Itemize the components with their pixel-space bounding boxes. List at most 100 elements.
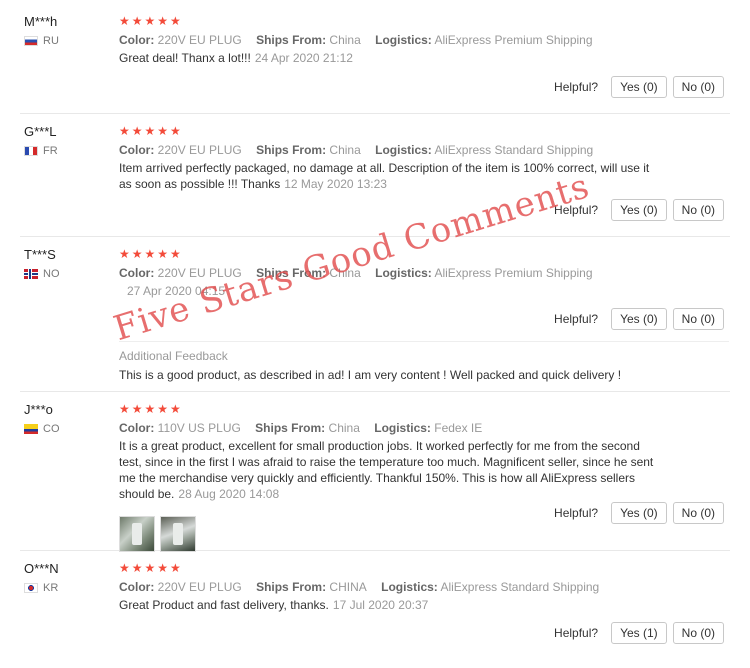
additional-divider bbox=[119, 341, 729, 342]
review-text: It is a great product, excellent for sma… bbox=[119, 438, 664, 502]
logistics-label: Logistics: bbox=[374, 421, 431, 435]
ships-value: China bbox=[328, 421, 360, 435]
helpful-label: Helpful? bbox=[554, 626, 599, 640]
reviewer-info: M***h RU bbox=[24, 14, 114, 47]
country-code: KR bbox=[43, 582, 59, 594]
reviewer-country: KR bbox=[24, 582, 114, 594]
review-photo-thumbnail[interactable] bbox=[160, 516, 196, 552]
logistics-label: Logistics: bbox=[381, 580, 438, 594]
helpful-no-button[interactable]: No (0) bbox=[672, 502, 724, 524]
logistics-value: AliExpress Standard Shipping bbox=[434, 143, 594, 157]
review-photo-thumbnail[interactable] bbox=[119, 516, 155, 552]
additional-feedback: Additional Feedback This is a good produ… bbox=[119, 348, 621, 383]
helpful-yes-button[interactable]: Yes (0) bbox=[611, 199, 667, 221]
review-date: 27 Apr 2020 04:15 bbox=[127, 284, 226, 298]
flag-fr-icon bbox=[24, 146, 38, 156]
color-label: Color: bbox=[119, 580, 155, 594]
review-content: ★★★★★ Color: 220V EU PLUG Ships From: Ch… bbox=[119, 124, 709, 192]
review-text: Great Product and fast delivery, thanks.… bbox=[119, 597, 664, 613]
flag-kr-icon bbox=[24, 583, 38, 593]
star-rating: ★★★★★ bbox=[119, 247, 183, 261]
star-rating: ★★★★★ bbox=[119, 124, 183, 138]
reviewer-info: J***o CO bbox=[24, 402, 114, 435]
helpful-yes-button[interactable]: Yes (0) bbox=[611, 308, 667, 330]
color-value: 110V US PLUG bbox=[157, 421, 241, 435]
logistics-label: Logistics: bbox=[375, 266, 432, 280]
reviewer-country: CO bbox=[24, 423, 114, 435]
reviewer-name: G***L bbox=[24, 124, 57, 139]
logistics-value: AliExpress Standard Shipping bbox=[440, 580, 600, 594]
logistics-value: AliExpress Premium Shipping bbox=[434, 266, 593, 280]
helpful-controls: Helpful? Yes (0) No (0) bbox=[554, 308, 724, 330]
color-value: 220V EU PLUG bbox=[157, 266, 242, 280]
review-text: Item arrived perfectly packaged, no dama… bbox=[119, 160, 664, 192]
reviewer-info: O***N KR bbox=[24, 561, 114, 594]
ships-label: Ships From: bbox=[256, 266, 327, 280]
helpful-label: Helpful? bbox=[554, 506, 599, 520]
reviewer-name: M***h bbox=[24, 14, 58, 29]
review-date: 28 Aug 2020 14:08 bbox=[178, 487, 280, 501]
helpful-no-button[interactable]: No (0) bbox=[672, 76, 724, 98]
review-meta: Color: 220V EU PLUG Ships From: China Lo… bbox=[119, 32, 709, 48]
logistics-value: Fedex IE bbox=[434, 421, 483, 435]
ships-label: Ships From: bbox=[256, 143, 327, 157]
helpful-controls: Helpful? Yes (1) No (0) bbox=[554, 622, 724, 644]
star-rating: ★★★★★ bbox=[119, 561, 183, 575]
reviewer-info: G***L FR bbox=[24, 124, 114, 157]
flag-co-icon bbox=[24, 424, 38, 434]
color-label: Color: bbox=[119, 143, 155, 157]
review-content: ★★★★★ Color: 220V EU PLUG Ships From: Ch… bbox=[119, 247, 709, 299]
logistics-value: AliExpress Premium Shipping bbox=[434, 33, 593, 47]
ships-value: China bbox=[329, 33, 361, 47]
review-body: Great deal! Thanx a lot!!! bbox=[119, 51, 251, 65]
reviewer-name: T***S bbox=[24, 247, 56, 262]
ships-label: Ships From: bbox=[255, 421, 326, 435]
color-value: 220V EU PLUG bbox=[157, 33, 242, 47]
review-content: ★★★★★ Color: 220V EU PLUG Ships From: CH… bbox=[119, 561, 709, 613]
reviewer-country: RU bbox=[24, 35, 114, 47]
review-date: 17 Jul 2020 20:37 bbox=[332, 598, 429, 612]
star-rating: ★★★★★ bbox=[119, 402, 183, 416]
review-body: Great Product and fast delivery, thanks. bbox=[119, 598, 329, 612]
review-item: M***h RU ★★★★★ Color: 220V EU PLUG Ships… bbox=[20, 14, 730, 114]
helpful-controls: Helpful? Yes (0) No (0) bbox=[554, 199, 724, 221]
review-date: 24 Apr 2020 21:12 bbox=[254, 51, 353, 65]
ships-value: China bbox=[329, 143, 361, 157]
review-meta: Color: 220V EU PLUG Ships From: China Lo… bbox=[119, 265, 709, 281]
review-meta: Color: 220V EU PLUG Ships From: CHINA Lo… bbox=[119, 579, 709, 595]
review-item: O***N KR ★★★★★ Color: 220V EU PLUG Ships… bbox=[20, 561, 730, 661]
review-text: Great deal! Thanx a lot!!! 24 Apr 2020 21… bbox=[119, 50, 664, 66]
helpful-label: Helpful? bbox=[554, 203, 599, 217]
flag-no-icon bbox=[24, 269, 38, 279]
helpful-yes-button[interactable]: Yes (0) bbox=[611, 76, 667, 98]
helpful-no-button[interactable]: No (0) bbox=[672, 199, 724, 221]
helpful-no-button[interactable]: No (0) bbox=[672, 622, 724, 644]
review-item: T***S NO ★★★★★ Color: 220V EU PLUG Ships… bbox=[20, 247, 730, 392]
review-content: ★★★★★ Color: 110V US PLUG Ships From: Ch… bbox=[119, 402, 709, 552]
ships-value: China bbox=[329, 266, 361, 280]
ships-label: Ships From: bbox=[256, 33, 327, 47]
star-rating: ★★★★★ bbox=[119, 14, 183, 28]
additional-feedback-title: Additional Feedback bbox=[119, 349, 228, 363]
logistics-label: Logistics: bbox=[375, 33, 432, 47]
helpful-controls: Helpful? Yes (0) No (0) bbox=[554, 502, 724, 524]
review-date: 12 May 2020 13:23 bbox=[284, 177, 387, 191]
reviewer-info: T***S NO bbox=[24, 247, 114, 280]
country-code: NO bbox=[43, 268, 60, 280]
helpful-yes-button[interactable]: Yes (1) bbox=[611, 622, 667, 644]
review-meta: Color: 110V US PLUG Ships From: China Lo… bbox=[119, 420, 709, 436]
country-code: CO bbox=[43, 423, 60, 435]
ships-value: CHINA bbox=[329, 580, 367, 594]
reviewer-country: NO bbox=[24, 268, 114, 280]
color-label: Color: bbox=[119, 266, 155, 280]
helpful-label: Helpful? bbox=[554, 312, 599, 326]
review-item: J***o CO ★★★★★ Color: 110V US PLUG Ships… bbox=[20, 402, 730, 552]
review-meta: Color: 220V EU PLUG Ships From: China Lo… bbox=[119, 142, 709, 158]
reviewer-name: J***o bbox=[24, 402, 53, 417]
helpful-yes-button[interactable]: Yes (0) bbox=[611, 502, 667, 524]
review-content: ★★★★★ Color: 220V EU PLUG Ships From: Ch… bbox=[119, 14, 709, 66]
color-value: 220V EU PLUG bbox=[157, 580, 242, 594]
helpful-no-button[interactable]: No (0) bbox=[672, 308, 724, 330]
country-code: FR bbox=[43, 145, 58, 157]
ships-label: Ships From: bbox=[256, 580, 327, 594]
